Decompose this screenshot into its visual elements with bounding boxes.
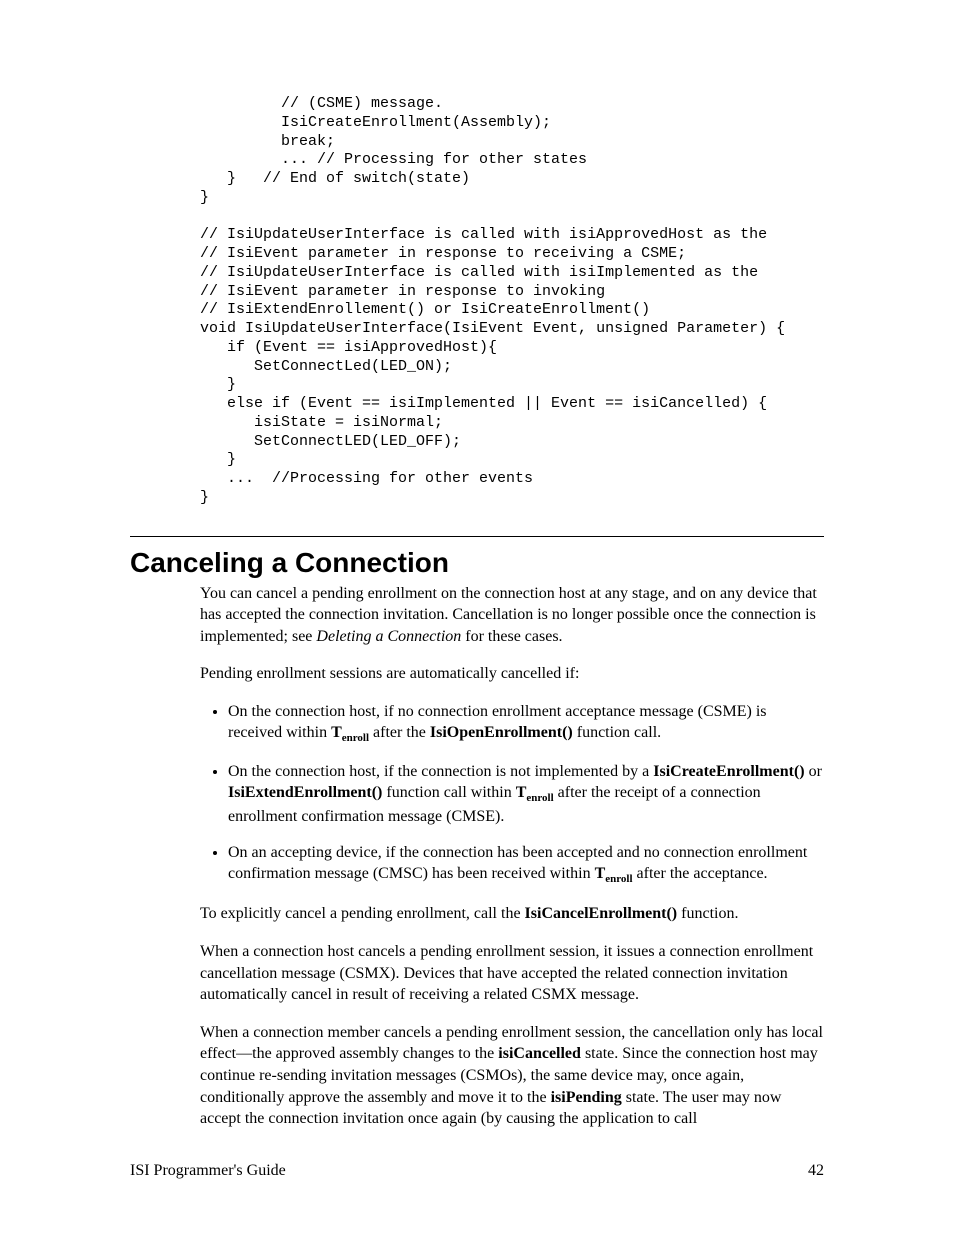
text: To explicitly cancel a pending enrollmen…	[200, 905, 525, 922]
function-name: IsiCreateEnrollment()	[653, 763, 804, 780]
symbol-t: T	[595, 865, 606, 882]
heading-rule-top	[130, 536, 824, 537]
text: for these cases.	[461, 628, 562, 645]
paragraph-cancel: To explicitly cancel a pending enrollmen…	[200, 903, 824, 925]
subscript: enroll	[526, 792, 553, 804]
section-heading: Canceling a Connection	[130, 547, 824, 579]
reference-italic: Deleting a Connection	[316, 628, 461, 645]
function-name: IsiCancelEnrollment()	[525, 905, 678, 922]
list-item: On the connection host, if no connection…	[228, 701, 824, 747]
text: after the	[369, 724, 430, 741]
state-name: isiCancelled	[498, 1045, 581, 1062]
function-name: IsiExtendEnrollment()	[228, 784, 382, 801]
footer-title: ISI Programmer's Guide	[130, 1162, 286, 1180]
paragraph-list-intro: Pending enrollment sessions are automati…	[200, 663, 824, 685]
page-number: 42	[808, 1162, 824, 1180]
text: after the acceptance.	[633, 865, 768, 882]
text: function call within	[382, 784, 515, 801]
symbol-t: T	[331, 724, 342, 741]
list-item: On an accepting device, if the connectio…	[228, 842, 824, 888]
subscript: enroll	[342, 733, 369, 745]
paragraph-host-cancel: When a connection host cancels a pending…	[200, 941, 824, 1006]
function-name: IsiOpenEnrollment()	[430, 724, 573, 741]
page: // (CSME) message. IsiCreateEnrollment(A…	[0, 0, 954, 1235]
symbol-t: T	[516, 784, 527, 801]
code-block: // (CSME) message. IsiCreateEnrollment(A…	[200, 95, 824, 508]
body-text: You can cancel a pending enrollment on t…	[200, 583, 824, 1130]
text: function.	[677, 905, 738, 922]
page-footer: ISI Programmer's Guide 42	[130, 1162, 824, 1180]
paragraph-member-cancel: When a connection member cancels a pendi…	[200, 1022, 824, 1130]
paragraph-intro: You can cancel a pending enrollment on t…	[200, 583, 824, 648]
bullet-list: On the connection host, if no connection…	[200, 701, 824, 887]
text: On the connection host, if the connectio…	[228, 763, 653, 780]
text: function call.	[573, 724, 661, 741]
subscript: enroll	[605, 874, 632, 886]
state-name: isiPending	[551, 1089, 622, 1106]
list-item: On the connection host, if the connectio…	[228, 761, 824, 828]
text: or	[805, 763, 822, 780]
